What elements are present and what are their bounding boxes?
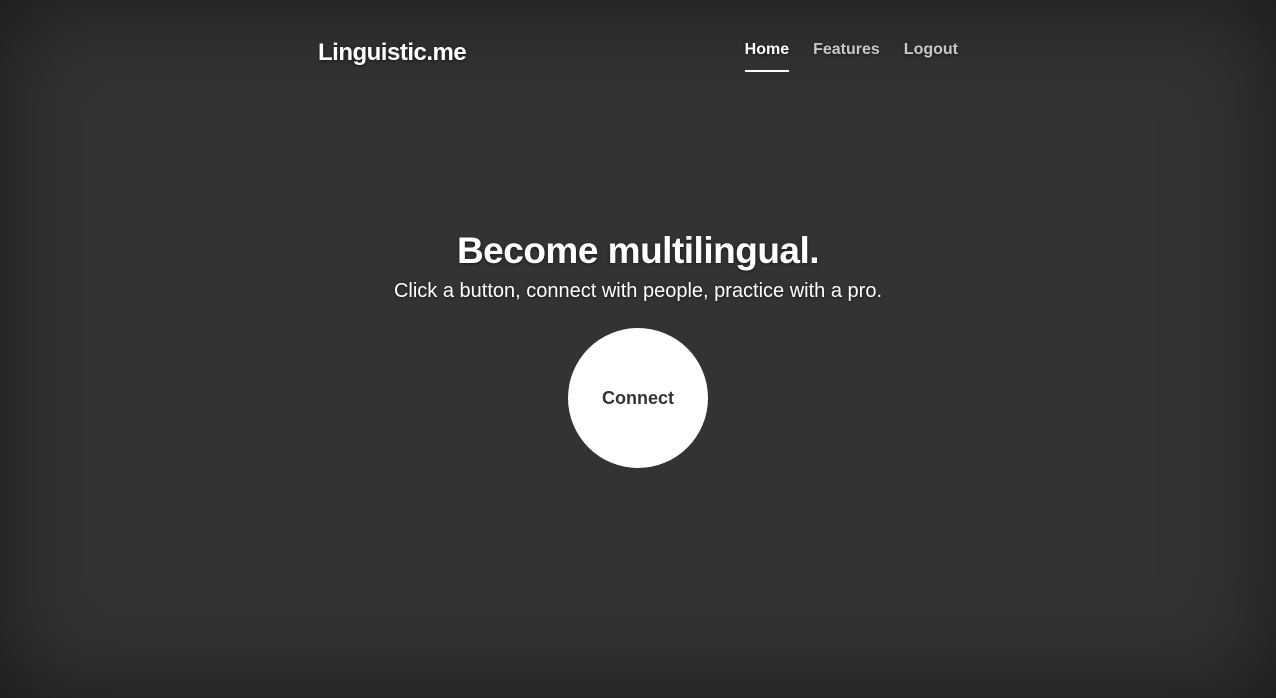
nav-item-features[interactable]: Features [813, 40, 880, 72]
connect-button[interactable]: Connect [568, 328, 708, 468]
main-nav: Home Features Logout [744, 40, 958, 72]
hero-heading: Become multilingual. [456, 230, 820, 271]
nav-item-logout[interactable]: Logout [904, 40, 958, 72]
masthead: Linguistic.me Home Features Logout [318, 0, 958, 90]
brand-logo[interactable]: Linguistic.me [318, 38, 467, 68]
hero-lead: Click a button, connect with people, pra… [393, 280, 883, 302]
nav-item-home[interactable]: Home [744, 40, 790, 72]
hero-section: Become multilingual. Click a button, con… [0, 228, 1276, 304]
